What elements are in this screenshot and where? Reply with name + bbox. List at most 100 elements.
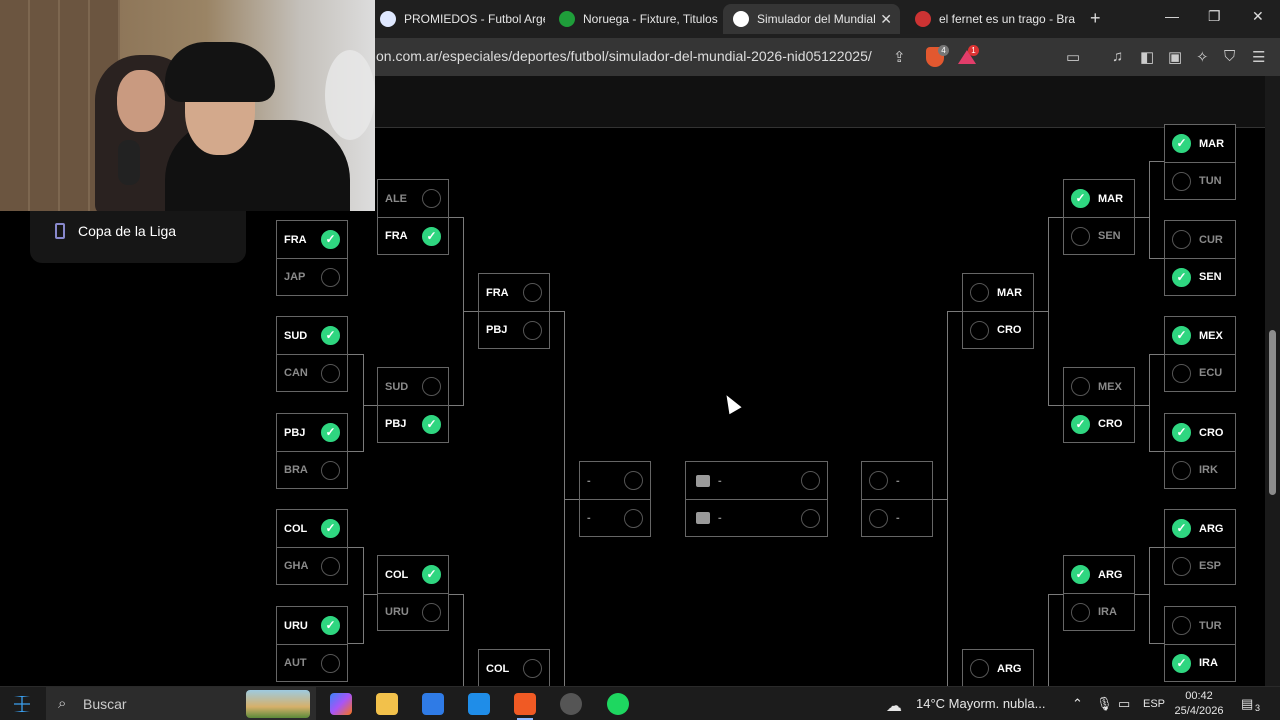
check-selected-icon[interactable]: ✓: [422, 226, 441, 246]
team-slot[interactable]: ✓ CRO: [1064, 405, 1134, 443]
check-empty-icon[interactable]: [523, 659, 542, 678]
vpn-icon[interactable]: ⛉: [1224, 48, 1235, 65]
team-slot[interactable]: -: [686, 499, 827, 537]
check-empty-icon[interactable]: [422, 602, 441, 622]
media-icon[interactable]: ♫: [1112, 48, 1123, 65]
team-slot[interactable]: -: [862, 499, 932, 537]
team-slot[interactable]: BRA: [277, 451, 347, 489]
team-slot[interactable]: PBJ: [479, 311, 549, 349]
team-slot[interactable]: SUD: [378, 368, 448, 406]
team-slot[interactable]: MAR: [963, 274, 1033, 312]
team-slot[interactable]: CAN: [277, 354, 347, 392]
check-empty-icon[interactable]: [624, 471, 643, 490]
check-empty-icon[interactable]: [1172, 556, 1191, 576]
tab-fernet[interactable]: el fernet es un trago - Brave: [905, 4, 1075, 34]
team-slot[interactable]: ✓ MAR: [1165, 125, 1235, 163]
check-empty-icon[interactable]: [869, 471, 888, 490]
team-slot[interactable]: ESP: [1165, 547, 1235, 585]
check-empty-icon[interactable]: [422, 377, 441, 396]
microphone-icon[interactable]: 🎙: [1096, 696, 1113, 712]
network-icon[interactable]: ▭: [1118, 696, 1130, 712]
team-slot[interactable]: GHA: [277, 547, 347, 585]
check-selected-icon[interactable]: ✓: [1172, 519, 1191, 538]
reader-mode-icon[interactable]: ▭: [1066, 48, 1080, 66]
sidebar-icon[interactable]: ◧: [1140, 48, 1154, 66]
team-slot[interactable]: -: [580, 462, 650, 500]
new-tab-icon[interactable]: +: [1090, 8, 1101, 29]
scrollbar-thumb[interactable]: [1269, 330, 1276, 495]
check-empty-icon[interactable]: [801, 471, 820, 490]
check-empty-icon[interactable]: [869, 508, 888, 528]
share-icon[interactable]: ⇪: [893, 48, 906, 66]
check-selected-icon[interactable]: ✓: [1172, 653, 1191, 673]
check-empty-icon[interactable]: [321, 556, 340, 576]
file-explorer-icon[interactable]: [376, 693, 398, 715]
team-slot[interactable]: AUT: [277, 644, 347, 682]
close-window-icon[interactable]: ✕: [1252, 8, 1264, 25]
check-selected-icon[interactable]: ✓: [1172, 267, 1191, 287]
check-empty-icon[interactable]: [801, 508, 820, 528]
check-selected-icon[interactable]: ✓: [1071, 189, 1090, 208]
wallet-icon[interactable]: ▣: [1168, 48, 1182, 66]
weather-text[interactable]: 14°C Mayorm. nubla...: [916, 696, 1045, 711]
team-slot[interactable]: ✓ IRA: [1165, 644, 1235, 682]
team-slot[interactable]: ARG: [963, 650, 1033, 688]
check-empty-icon[interactable]: [1172, 460, 1191, 480]
obs-icon[interactable]: [560, 693, 582, 715]
team-slot[interactable]: IRK: [1165, 451, 1235, 489]
team-slot[interactable]: FRA ✓: [378, 217, 448, 255]
check-empty-icon[interactable]: [970, 320, 989, 340]
tab-noruega[interactable]: Noruega - Fixture, Titulos y ...: [549, 4, 719, 34]
team-slot[interactable]: -: [862, 462, 932, 500]
clock[interactable]: 00:42 25/4/2026: [1170, 689, 1228, 719]
team-slot[interactable]: JAP: [277, 258, 347, 296]
team-slot[interactable]: FRA ✓: [277, 221, 347, 259]
team-slot[interactable]: TUR: [1165, 607, 1235, 645]
check-empty-icon[interactable]: [1071, 602, 1090, 622]
check-empty-icon[interactable]: [523, 283, 542, 302]
check-selected-icon[interactable]: ✓: [422, 565, 441, 584]
check-empty-icon[interactable]: [523, 320, 542, 340]
leo-ai-icon[interactable]: ✧: [1196, 48, 1209, 66]
check-empty-icon[interactable]: [422, 189, 441, 208]
check-empty-icon[interactable]: [970, 659, 989, 678]
check-empty-icon[interactable]: [321, 460, 340, 480]
check-empty-icon[interactable]: [624, 508, 643, 528]
team-slot[interactable]: URU ✓: [277, 607, 347, 645]
check-empty-icon[interactable]: [1172, 171, 1191, 191]
team-slot[interactable]: CUR: [1165, 221, 1235, 259]
team-slot[interactable]: ✓ ARG: [1165, 510, 1235, 548]
language-indicator[interactable]: ESP: [1143, 698, 1165, 710]
copilot-icon[interactable]: [330, 693, 352, 715]
check-empty-icon[interactable]: [1172, 230, 1191, 249]
check-empty-icon[interactable]: [321, 363, 340, 383]
team-slot[interactable]: ALE: [378, 180, 448, 218]
team-slot[interactable]: ✓ ARG: [1064, 556, 1134, 594]
check-selected-icon[interactable]: ✓: [1071, 565, 1090, 584]
check-selected-icon[interactable]: ✓: [321, 423, 340, 442]
team-slot[interactable]: -: [580, 499, 650, 537]
team-slot[interactable]: COL ✓: [378, 556, 448, 594]
team-slot[interactable]: -: [686, 462, 827, 500]
check-empty-icon[interactable]: [1172, 363, 1191, 383]
team-slot[interactable]: ✓ MEX: [1165, 317, 1235, 355]
team-slot[interactable]: ✓ MAR: [1064, 180, 1134, 218]
check-selected-icon[interactable]: ✓: [321, 519, 340, 538]
check-empty-icon[interactable]: [970, 283, 989, 302]
microsoft-store-icon[interactable]: [422, 693, 444, 715]
brave-browser-icon[interactable]: [514, 693, 536, 720]
team-slot[interactable]: ✓ CRO: [1165, 414, 1235, 452]
team-slot[interactable]: MEX: [1064, 368, 1134, 406]
check-selected-icon[interactable]: ✓: [422, 414, 441, 434]
team-slot[interactable]: COL ✓: [277, 510, 347, 548]
minimize-icon[interactable]: —: [1165, 8, 1179, 24]
check-selected-icon[interactable]: ✓: [1071, 414, 1090, 434]
taskbar-search[interactable]: ⌕ Buscar: [46, 687, 316, 720]
check-selected-icon[interactable]: ✓: [321, 326, 340, 345]
team-slot[interactable]: PBJ ✓: [378, 405, 448, 443]
tab-simulador[interactable]: Simulador del Mundial ✕: [723, 4, 900, 34]
chevron-up-icon[interactable]: ⌃: [1072, 696, 1083, 712]
team-slot[interactable]: IRA: [1064, 593, 1134, 631]
check-selected-icon[interactable]: ✓: [321, 616, 340, 635]
spotify-icon[interactable]: [607, 693, 629, 715]
